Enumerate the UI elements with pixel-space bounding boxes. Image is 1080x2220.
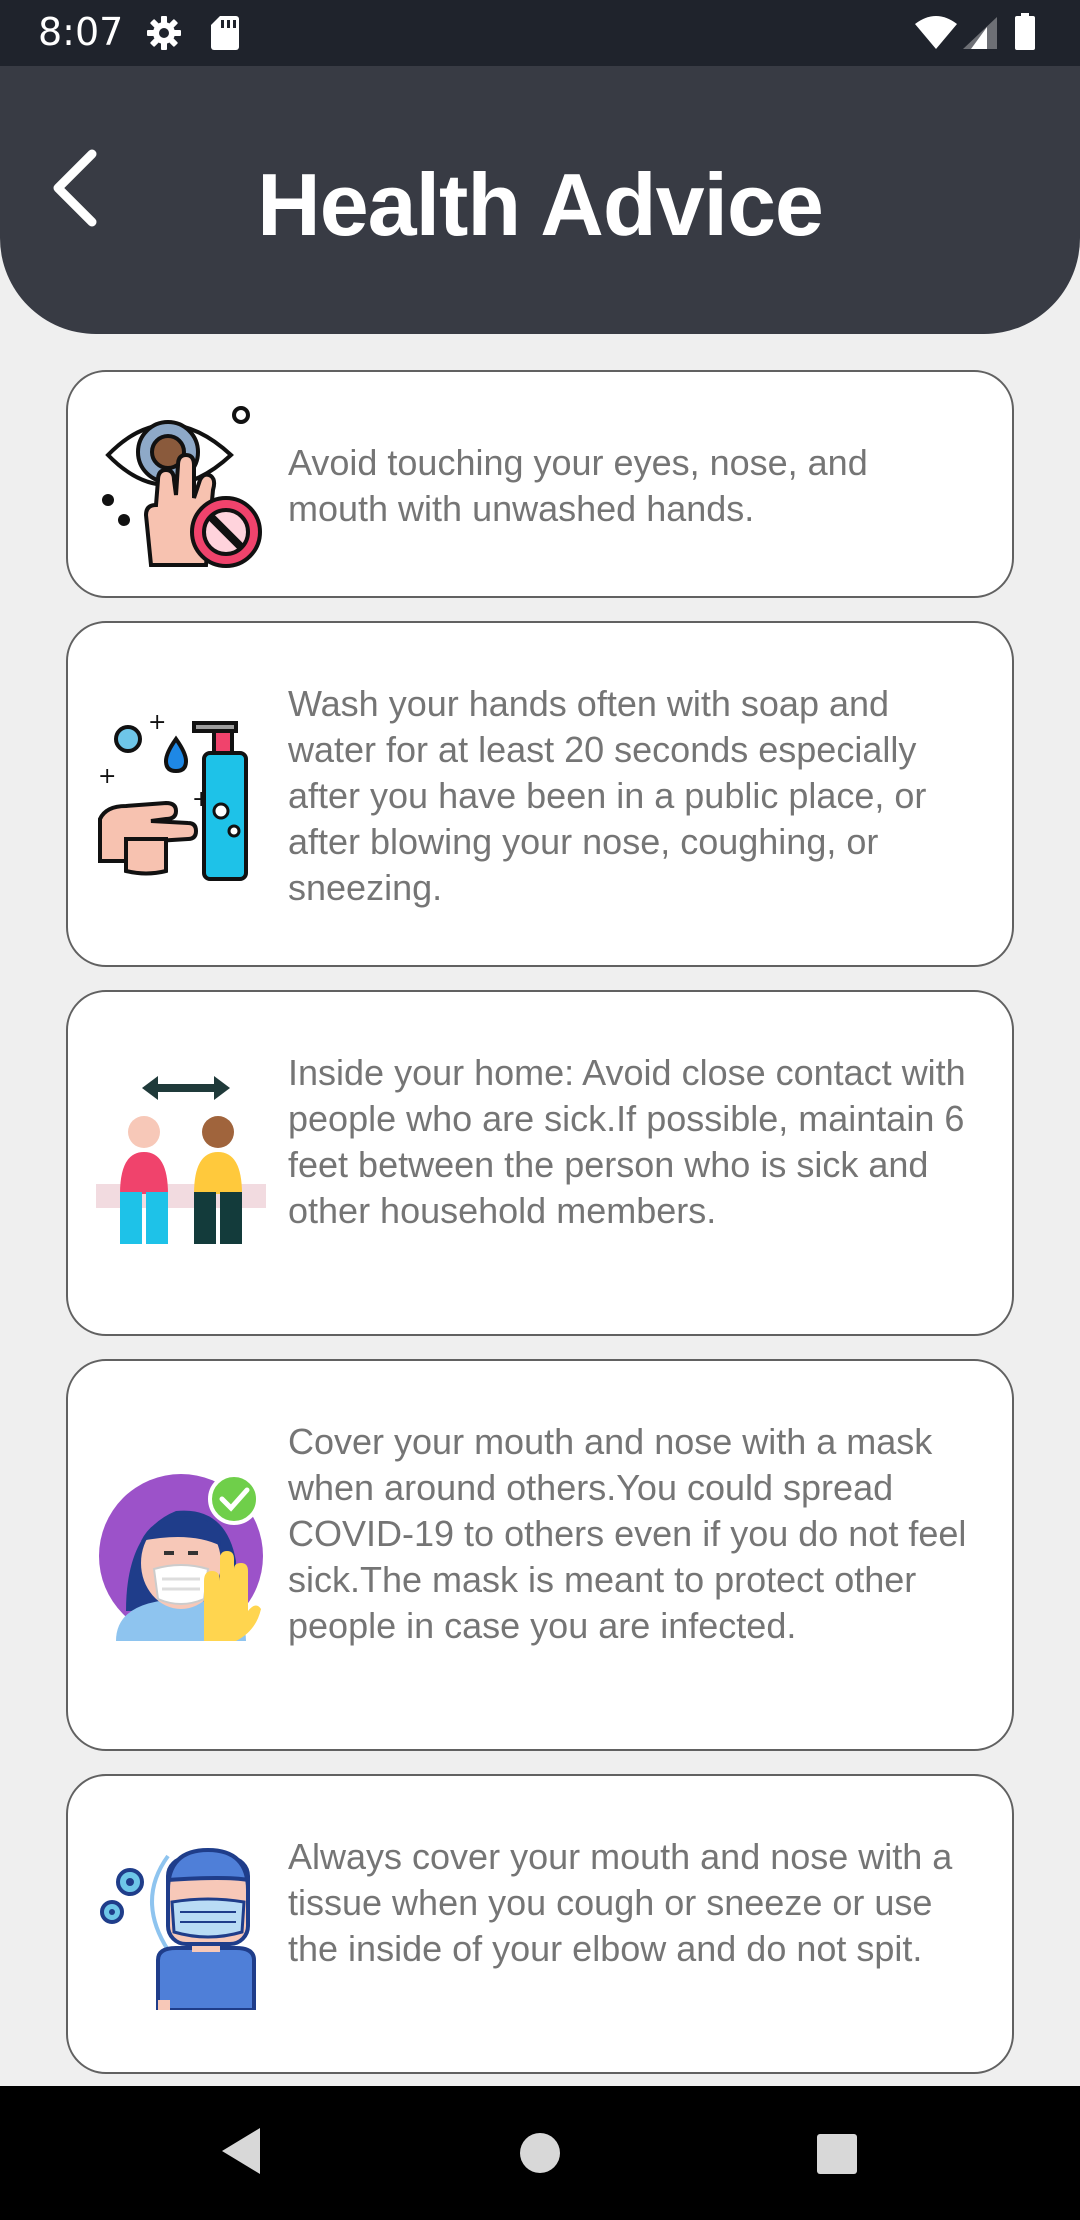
advice-card[interactable]: Inside your home: Avoid close contact wi… [66,990,1014,1336]
face-mask-icon [99,1473,263,1641]
wifi-icon [915,16,957,49]
advice-text: Always cover your mouth and nose with a … [288,1836,953,1969]
app-header: Health Advice [0,66,1080,334]
advice-text: Avoid touching your eyes, nose, and mout… [288,442,868,529]
no-touch-face-icon [102,406,262,568]
nav-home-icon[interactable] [518,2131,562,2175]
nav-back-icon[interactable] [218,2126,262,2176]
advice-text: Cover your mouth and nose with a mask wh… [288,1421,967,1646]
advice-text: Wash your hands often with soap and wate… [288,683,927,908]
social-distance-icon [96,1076,266,1244]
status-time: 8:07 [38,10,124,54]
svg-text:+: + [98,764,116,789]
status-bar: 8:07 [0,0,1080,66]
advice-text: Inside your home: Avoid close contact wi… [288,1052,966,1231]
hand-wash-icon: + + + [98,711,248,881]
cough-cover-icon [100,1847,256,2010]
gear-icon [147,16,181,50]
sd-card-icon [211,16,239,50]
page-title: Health Advice [257,155,824,254]
nav-recents-icon[interactable] [816,2133,858,2175]
battery-icon [1015,13,1035,50]
advice-card[interactable]: Always cover your mouth and nose with a … [66,1774,1014,2074]
svg-text:+: + [148,711,166,735]
advice-card[interactable]: Cover your mouth and nose with a mask wh… [66,1359,1014,1751]
advice-card[interactable]: Avoid touching your eyes, nose, and mout… [66,370,1014,598]
advice-card[interactable]: + + + Wash your hands often with soap an… [66,621,1014,967]
navigation-bar [0,2086,1080,2220]
signal-icon [963,17,997,49]
